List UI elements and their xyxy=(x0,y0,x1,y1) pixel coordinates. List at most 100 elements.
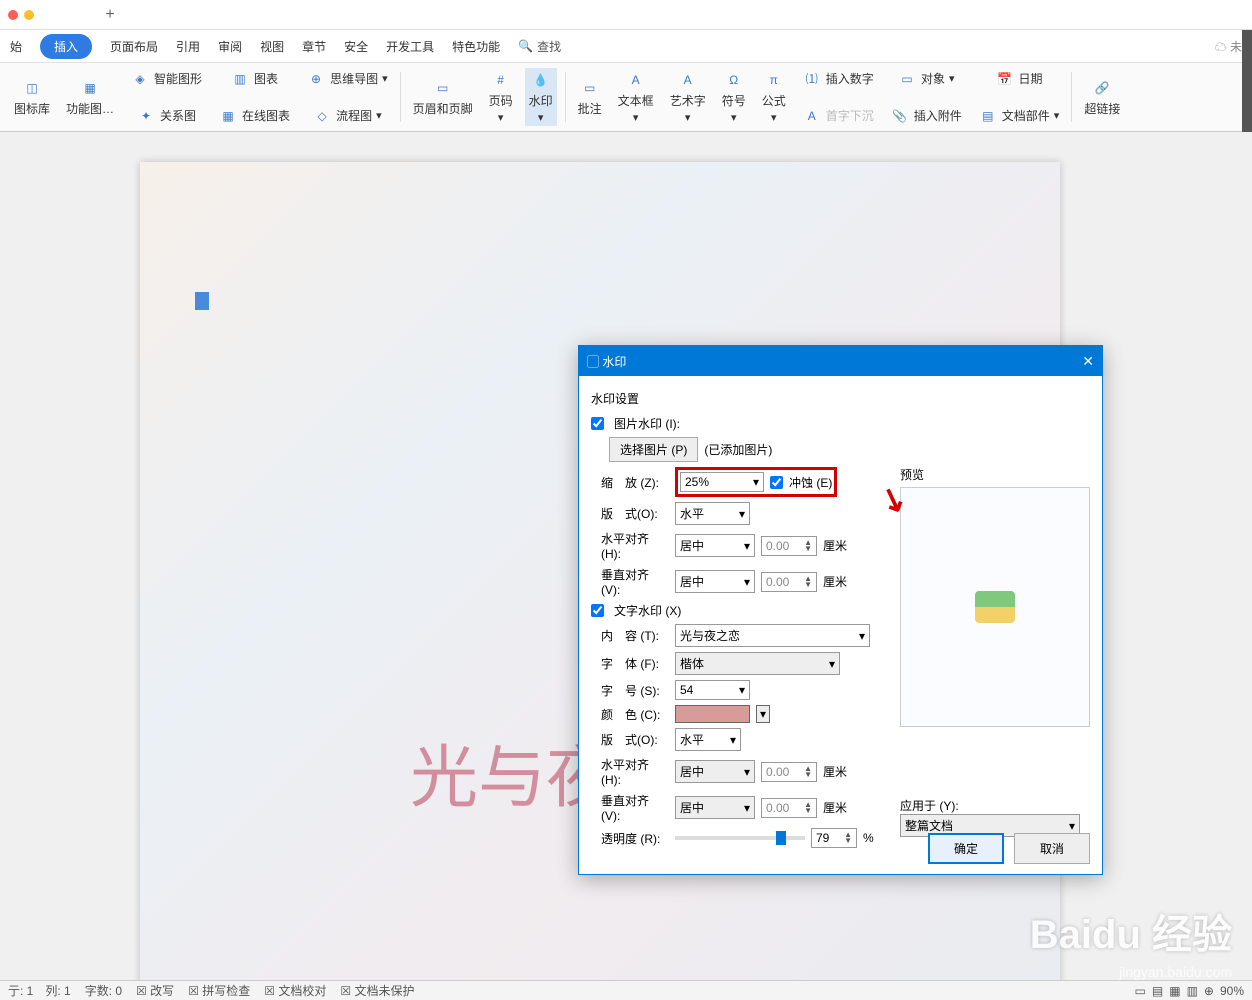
number-icon: ⑴ xyxy=(802,69,822,89)
cancel-button[interactable]: 取消 xyxy=(1014,833,1090,864)
dropcap-button[interactable]: A首字下沉 xyxy=(798,104,878,128)
smartart-button[interactable]: ◈智能图形 xyxy=(126,67,206,91)
status-protect[interactable]: ☒ 文档未保护 xyxy=(340,982,414,999)
zoom-value[interactable]: 90% xyxy=(1220,984,1244,998)
iconlib-button[interactable]: ◫图标库 xyxy=(10,76,54,119)
menu-dev[interactable]: 开发工具 xyxy=(386,38,434,55)
app-icon: ▢ xyxy=(587,355,599,369)
insertnum-button[interactable]: ⑴插入数字 xyxy=(798,67,878,91)
wordart-button[interactable]: A艺术字▾ xyxy=(666,68,710,126)
menu-safe[interactable]: 安全 xyxy=(344,38,368,55)
valign-combo[interactable]: 居中▾ xyxy=(675,570,755,593)
min-dot[interactable] xyxy=(24,10,34,20)
format2-label: 版 式(O): xyxy=(591,731,669,748)
halign2-spin[interactable]: 0.00▲▼ xyxy=(761,762,817,782)
font-combo[interactable]: 楷体▾ xyxy=(675,652,840,675)
close-icon[interactable]: ✕ xyxy=(1082,353,1094,370)
new-tab-button[interactable]: + xyxy=(100,5,120,25)
washout-label: 冲蚀 (E) xyxy=(789,474,832,491)
highlight-box: 25%▾ 冲蚀 (E) xyxy=(675,467,837,497)
status-wordcount[interactable]: 字数: 0 xyxy=(85,982,122,999)
image-wm-checkbox[interactable] xyxy=(591,417,604,430)
menu-layout[interactable]: 页面布局 xyxy=(110,38,158,55)
image-wm-label: 图片水印 (I): xyxy=(614,415,680,432)
halign2-combo[interactable]: 居中▾ xyxy=(675,760,755,783)
status-spell[interactable]: ☒ 拼写检查 xyxy=(188,982,250,999)
size-label: 字 号 (S): xyxy=(591,682,669,699)
size-combo[interactable]: 54▾ xyxy=(675,680,750,700)
washout-checkbox[interactable] xyxy=(770,476,783,489)
halign-combo[interactable]: 居中▾ xyxy=(675,534,755,557)
onlinechart-button[interactable]: ▦在线图表 xyxy=(214,104,294,128)
status-track[interactable]: ☒ 改写 xyxy=(136,982,174,999)
funcimg-button[interactable]: ▦功能图… xyxy=(62,76,118,119)
menu-feature[interactable]: 特色功能 xyxy=(452,38,500,55)
mindmap-button[interactable]: ⊕思维导图▾ xyxy=(302,67,392,91)
link-icon: 🔗 xyxy=(1092,78,1112,98)
titlebar: + xyxy=(0,0,1252,30)
format2-combo[interactable]: 水平▾ xyxy=(675,728,741,751)
view-icon-3[interactable]: ▦ xyxy=(1169,984,1180,998)
attach-button[interactable]: 📎插入附件 xyxy=(886,104,966,128)
pagenum-button[interactable]: #页码▾ xyxy=(485,68,517,126)
color-dropdown[interactable]: ▾ xyxy=(756,705,770,723)
textbox-button[interactable]: A文本框▾ xyxy=(614,68,658,126)
valign-spin[interactable]: 0.00▲▼ xyxy=(761,572,817,592)
valign2-combo[interactable]: 居中▾ xyxy=(675,796,755,819)
ok-button[interactable]: 确定 xyxy=(928,833,1004,864)
symbol-button[interactable]: Ω符号▾ xyxy=(718,68,750,126)
opacity-spin[interactable]: 79▲▼ xyxy=(811,828,857,848)
menu-search[interactable]: 🔍 查找 xyxy=(518,38,561,55)
symbol-icon: Ω xyxy=(724,70,744,90)
scale-combo[interactable]: 25%▾ xyxy=(680,472,764,492)
docpart-button[interactable]: ▤文档部件▾ xyxy=(974,104,1064,128)
watermark-button[interactable]: 💧水印▾ xyxy=(525,68,557,126)
image-icon: ▦ xyxy=(80,78,100,98)
comment-button[interactable]: ▭批注 xyxy=(574,76,606,119)
header-icon: ▭ xyxy=(433,78,453,98)
textbox-icon: A xyxy=(626,70,646,90)
mindmap-icon: ⊕ xyxy=(306,69,326,89)
status-position: 亍: 1 列: 1 xyxy=(8,982,71,999)
view-icon-2[interactable]: ▤ xyxy=(1152,984,1163,998)
header-button[interactable]: ▭页眉和页脚 xyxy=(409,76,477,119)
preview-box xyxy=(900,487,1090,727)
valign2-spin[interactable]: 0.00▲▼ xyxy=(761,798,817,818)
object-button[interactable]: ▭对象▾ xyxy=(886,67,966,91)
opacity-slider[interactable] xyxy=(675,836,805,840)
dialog-titlebar[interactable]: ▢ 水印 ✕ xyxy=(579,346,1102,376)
chart-icon: ▥ xyxy=(230,69,250,89)
preview-section: 预览 应用于 (Y): 整篇文档▾ xyxy=(900,466,1090,837)
menu-insert[interactable]: 插入 xyxy=(40,34,92,59)
halign-spin[interactable]: 0.00▲▼ xyxy=(761,536,817,556)
menu-view[interactable]: 视图 xyxy=(260,38,284,55)
relation-button[interactable]: ✦关系图 xyxy=(126,104,206,128)
text-wm-checkbox[interactable] xyxy=(591,604,604,617)
view-icon-4[interactable]: ▥ xyxy=(1187,984,1198,998)
menu-review[interactable]: 审阅 xyxy=(218,38,242,55)
menu-chapter[interactable]: 章节 xyxy=(302,38,326,55)
color-swatch[interactable] xyxy=(675,705,750,723)
onlinechart-icon: ▦ xyxy=(218,106,238,126)
flowchart-button[interactable]: ◇流程图▾ xyxy=(302,104,392,128)
hyperlink-button[interactable]: 🔗超链接 xyxy=(1080,76,1124,119)
shapes-icon: ◫ xyxy=(22,78,42,98)
date-icon: 📅 xyxy=(995,69,1015,89)
menu-start[interactable]: 始 xyxy=(10,38,22,55)
chart-button[interactable]: ▥图表 xyxy=(214,67,294,91)
date-button[interactable]: 📅日期 xyxy=(974,67,1064,91)
close-dot[interactable] xyxy=(8,10,18,20)
relation-icon: ✦ xyxy=(136,106,156,126)
content-combo[interactable]: 光与夜之恋▾ xyxy=(675,624,870,647)
view-icon-1[interactable]: ▭ xyxy=(1135,984,1146,998)
zoom-icon[interactable]: ⊕ xyxy=(1204,984,1214,998)
font-label: 字 体 (F): xyxy=(591,655,669,672)
formula-button[interactable]: π公式▾ xyxy=(758,68,790,126)
slider-thumb[interactable] xyxy=(776,831,786,845)
status-proof[interactable]: ☒ 文档校对 xyxy=(264,982,326,999)
unit-label2: 厘米 xyxy=(823,573,847,590)
watermark-dialog: ▢ 水印 ✕ 水印设置 图片水印 (I): 选择图片 (P) (已添加图片) 缩… xyxy=(578,345,1103,875)
select-image-button[interactable]: 选择图片 (P) xyxy=(609,437,698,462)
format-combo[interactable]: 水平▾ xyxy=(675,502,750,525)
menu-ref[interactable]: 引用 xyxy=(176,38,200,55)
